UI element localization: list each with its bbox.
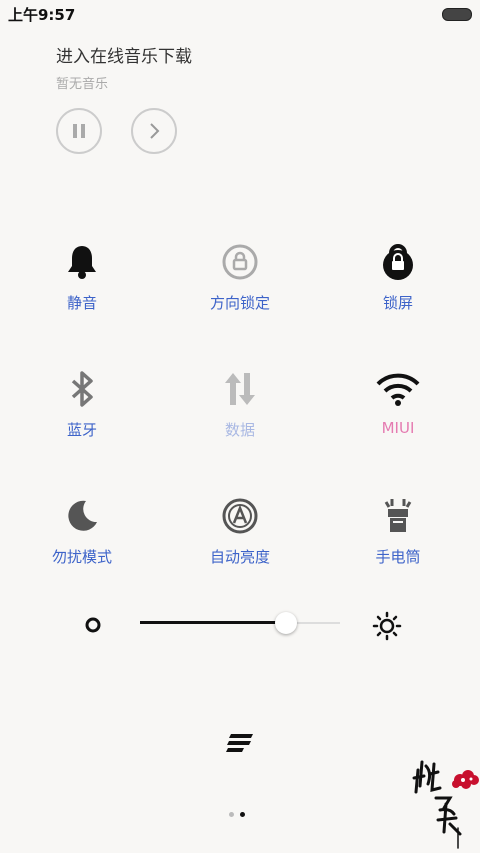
toggle-label: 勿扰模式 [51, 548, 112, 566]
brightness-row [0, 600, 480, 650]
status-bar: 上午9:57 [0, 0, 480, 28]
toggle-data[interactable]: 数据 [160, 369, 320, 440]
rotation-lock-icon [222, 244, 258, 280]
toggle-label: 静音 [66, 294, 97, 312]
toggle-label: MIUI [381, 419, 415, 437]
toggle-do-not-disturb[interactable]: 勿扰模式 [2, 496, 162, 567]
moon-icon [68, 500, 97, 531]
auto-brightness-icon [222, 498, 258, 534]
toggle-rotation-lock[interactable]: 方向锁定 [160, 242, 320, 313]
pause-icon [73, 124, 85, 138]
toggle-lock-screen[interactable]: 锁屏 [318, 242, 478, 313]
toggle-bluetooth[interactable]: 蓝牙 [2, 369, 162, 440]
bluetooth-icon [71, 371, 93, 407]
toggle-label: 数据 [224, 421, 255, 439]
toggle-label: 锁屏 [382, 294, 413, 312]
toggle-flashlight[interactable]: 手电筒 [318, 496, 478, 567]
brightness-high-icon [372, 611, 402, 641]
toggle-auto-brightness[interactable]: 自动亮度 [160, 496, 320, 567]
pause-button[interactable] [56, 108, 102, 154]
flashlight-icon [384, 499, 412, 532]
battery-icon [442, 8, 472, 21]
calligraphy-logo [412, 760, 479, 849]
bell-icon [68, 246, 96, 279]
music-title[interactable]: 进入在线音乐下载 [56, 42, 192, 67]
toggle-silent[interactable]: 静音 [2, 242, 162, 313]
chevron-right-icon [150, 123, 160, 139]
toggle-label: 蓝牙 [66, 421, 97, 439]
data-icon [225, 373, 255, 405]
toggle-wifi[interactable]: MIUI [318, 369, 478, 437]
page-dot-active [240, 812, 245, 817]
page-dot [229, 812, 234, 817]
lock-icon [383, 244, 413, 280]
next-button[interactable] [131, 108, 177, 154]
brightness-slider-fill [140, 621, 286, 624]
brightness-low-icon [85, 617, 101, 633]
music-panel[interactable]: 进入在线音乐下载 暂无音乐 [56, 42, 192, 92]
edit-toggles-icon[interactable] [226, 733, 254, 753]
brightness-slider[interactable] [140, 612, 340, 634]
wifi-icon [376, 373, 420, 406]
toggle-label: 手电筒 [375, 548, 421, 566]
toggle-label: 自动亮度 [209, 548, 270, 566]
page-indicator [229, 812, 245, 817]
status-time: 上午9:57 [8, 6, 76, 24]
toggle-label: 方向锁定 [209, 294, 270, 312]
brightness-slider-thumb[interactable] [275, 612, 297, 634]
music-subtitle: 暂无音乐 [56, 77, 109, 92]
